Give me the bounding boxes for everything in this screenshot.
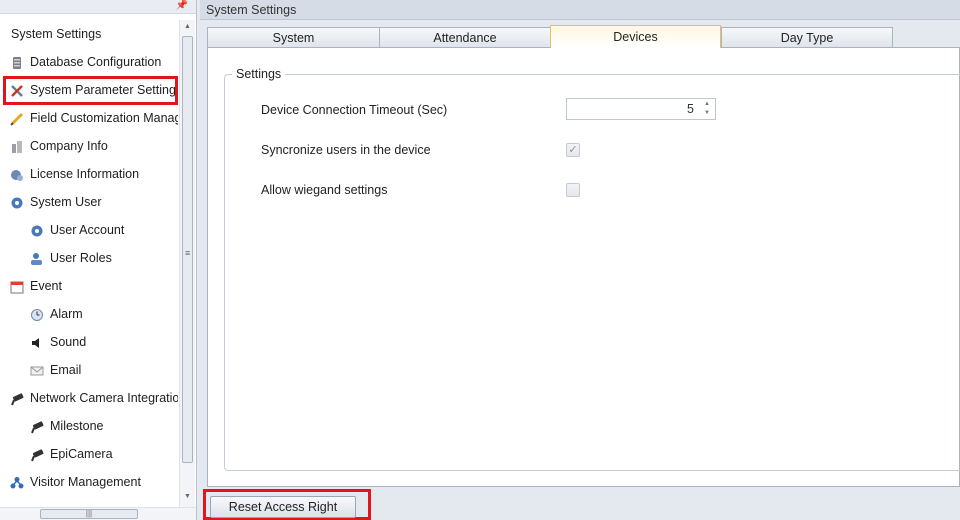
sync-users-checkbox[interactable]: ✓ (566, 143, 580, 157)
speaker-icon (30, 335, 44, 349)
tree-item-label: System User (30, 195, 102, 209)
timeout-value: 5 (687, 102, 694, 116)
tree-item-label: User Account (50, 223, 125, 237)
tree-item-epicamera[interactable]: EpiCamera (30, 443, 113, 465)
tree-item-label: Sound (50, 335, 87, 349)
tree-root-system-settings[interactable]: System Settings (11, 23, 101, 45)
pin-icon[interactable]: 📌 (176, 0, 188, 11)
tree-item-user-account[interactable]: User Account (30, 219, 124, 241)
scroll-up-icon[interactable]: ▲ (184, 23, 191, 30)
vertical-scrollbar[interactable]: ▲ ≡ ▼ (179, 20, 195, 507)
camera-icon (30, 447, 44, 462)
scroll-thumb[interactable]: ≡ (182, 36, 193, 463)
selection-highlight (3, 76, 178, 105)
sync-users-label: Syncronize users in the device (261, 143, 431, 157)
spin-up-icon[interactable]: ▲ (702, 100, 712, 109)
database-icon (10, 55, 24, 69)
license-icon (10, 167, 24, 181)
tree-item-label: System Settings (11, 27, 102, 41)
tree-item-company-info[interactable]: Company Info (10, 135, 108, 157)
tree-item-label: Visitor Management (30, 475, 141, 489)
reset-access-right-button[interactable]: Reset Access Right (210, 496, 356, 518)
tab-label: System (272, 31, 315, 45)
tab-system[interactable]: System (207, 27, 380, 48)
tab-label: Attendance (433, 31, 497, 45)
building-icon (10, 139, 24, 153)
tree-item-label: Event (30, 279, 62, 293)
tree-item-network-camera-integration[interactable]: Network Camera Integration (10, 387, 178, 409)
tab-label: Day Type (780, 31, 834, 45)
scroll-thumb[interactable]: ||| (40, 509, 138, 519)
horizontal-scrollbar[interactable]: ||| (0, 507, 196, 520)
tree-item-label: EpiCamera (50, 447, 113, 461)
tree-item-alarm[interactable]: Alarm (30, 303, 83, 325)
pencil-icon (10, 111, 24, 126)
tab-attendance[interactable]: Attendance (379, 27, 551, 48)
tree-item-event[interactable]: Event (10, 275, 62, 297)
settings-group (224, 74, 960, 471)
tree-item-field-customization[interactable]: Field Customization Manage (10, 107, 178, 129)
timeout-label: Device Connection Timeout (Sec) (261, 103, 448, 117)
tree-item-label: Database Configuration (30, 55, 162, 69)
gear-icon (10, 195, 24, 209)
tree-item-database-configuration[interactable]: Database Configuration (10, 51, 161, 73)
clock-icon (30, 307, 44, 321)
tree-item-label: Field Customization Manage (30, 111, 178, 125)
grip-icon: ≡ (185, 248, 191, 258)
panel-titlebar: System Settings (200, 0, 960, 20)
group-title: Settings (232, 67, 286, 81)
tree-item-user-roles[interactable]: User Roles (30, 247, 112, 269)
tree-item-milestone[interactable]: Milestone (30, 415, 104, 437)
camera-icon (10, 391, 24, 406)
tree-item-label: Company Info (30, 139, 108, 153)
tree-item-email[interactable]: Email (30, 359, 81, 381)
camera-icon (30, 419, 44, 434)
bottom-toolbar: Reset Access Right (200, 488, 960, 520)
tab-label: Devices (613, 30, 658, 44)
visitor-icon (10, 475, 24, 489)
tree-item-label: Milestone (50, 419, 104, 433)
tree-item-visitor-management[interactable]: Visitor Management (10, 471, 141, 493)
user-icon (30, 251, 44, 265)
tree-item-label: Network Camera Integration (30, 391, 178, 405)
scroll-down-icon[interactable]: ▼ (184, 493, 191, 500)
tree-item-label: User Roles (50, 251, 112, 265)
wiegand-label: Allow wiegand settings (261, 183, 388, 197)
tab-devices[interactable]: Devices (550, 25, 721, 48)
tree-item-license-information[interactable]: License Information (10, 163, 139, 185)
spin-down-icon[interactable]: ▼ (702, 109, 712, 118)
tree-item-label: Email (50, 363, 82, 377)
tree-item-label: License Information (30, 167, 140, 181)
panel-header: 📌 (0, 0, 196, 14)
gear-icon (30, 223, 44, 237)
envelope-icon (30, 363, 44, 377)
tab-day-type[interactable]: Day Type (721, 27, 893, 48)
tree-item-sound[interactable]: Sound (30, 331, 86, 353)
navigation-panel: 📌 System Settings Database Configuration… (0, 0, 197, 520)
tab-content: Settings Device Connection Timeout (Sec)… (207, 47, 960, 487)
page-title: System Settings (206, 3, 297, 17)
tree-item-label: Alarm (50, 307, 83, 321)
timeout-spinner[interactable]: 5 ▲ ▼ (566, 98, 716, 120)
wiegand-checkbox[interactable] (566, 183, 580, 197)
calendar-icon (10, 279, 24, 294)
settings-panel: System Settings System Attendance Device… (200, 0, 960, 520)
tree-item-system-user[interactable]: System User (10, 191, 102, 213)
